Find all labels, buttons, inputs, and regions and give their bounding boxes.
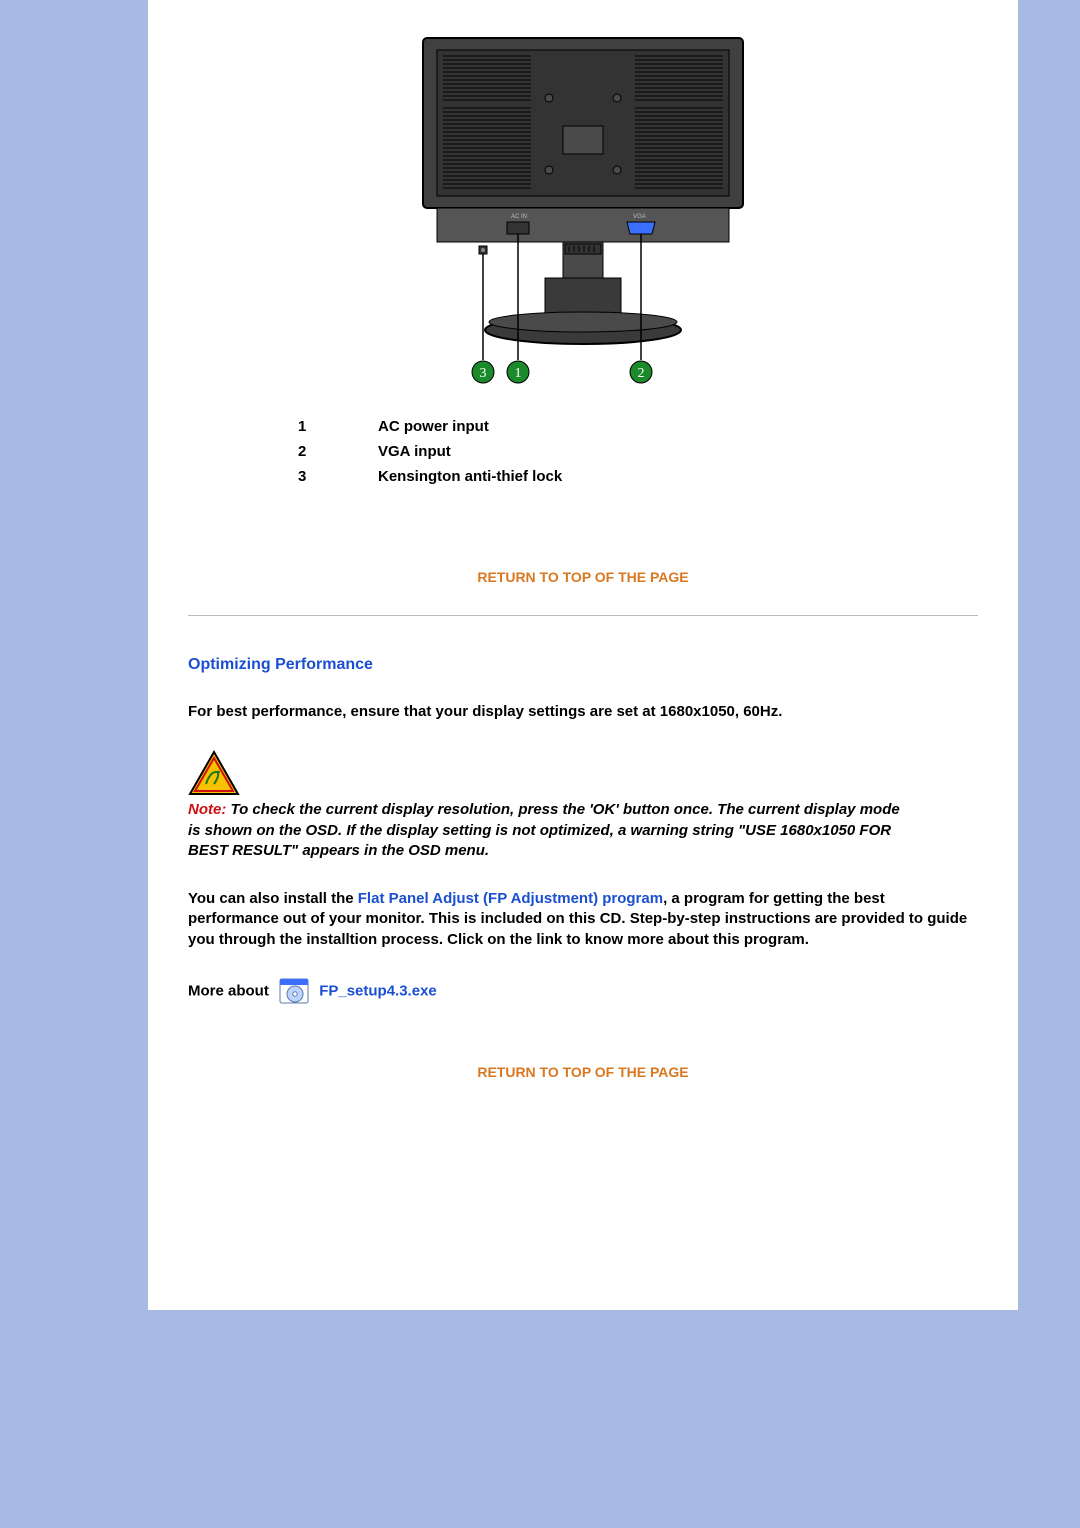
legend-row: 3 Kensington anti-thief lock [298,464,572,489]
content-panel: AC IN VGA [148,0,1018,1310]
fp-adjust-link[interactable]: Flat Panel Adjust (FP Adjustment) progra… [358,890,663,907]
fp-setup-exe-link[interactable]: FP_setup4.3.exe [319,982,437,999]
legend-num: 2 [298,439,378,464]
note-label: Note: [188,801,226,818]
svg-text:VGA: VGA [633,214,646,220]
legend-label: VGA input [378,439,572,464]
svg-text:1: 1 [515,366,522,381]
section-title: Optimizing Performance [188,656,988,674]
svg-text:2: 2 [638,366,645,381]
connector-legend: 1 AC power input 2 VGA input 3 Kensingto… [298,414,572,489]
legend-num: 1 [298,414,378,439]
page-wrap: AC IN VGA [0,0,1080,1350]
svg-text:3: 3 [480,366,487,381]
note-block: Note: To check the current display resol… [188,750,978,861]
legend-num: 3 [298,464,378,489]
more-about-row: More about FP_setup4.3.exe [188,978,978,1004]
monitor-rear-figure: AC IN VGA [178,0,988,394]
note-body: To check the current display resolution,… [188,801,900,859]
return-to-top-link[interactable]: RETURN TO TOP OF THE PAGE [178,1064,988,1080]
sidebar-spacer [18,0,148,10]
install-text-pre: You can also install the [188,890,358,907]
svg-text:AC IN: AC IN [511,214,527,220]
legend-row: 2 VGA input [298,439,572,464]
legend-label: Kensington anti-thief lock [378,464,572,489]
return-to-top-link[interactable]: RETURN TO TOP OF THE PAGE [178,569,988,585]
cd-icon [279,978,309,1004]
legend-row: 1 AC power input [298,414,572,439]
monitor-rear-icon: AC IN VGA [413,30,753,390]
install-paragraph: You can also install the Flat Panel Adju… [188,889,978,950]
legend-label: AC power input [378,414,572,439]
more-about-label: More about [188,982,269,999]
performance-paragraph: For best performance, ensure that your d… [188,702,978,722]
warning-icon [188,750,258,800]
divider [188,615,978,616]
note-text: Note: To check the current display resol… [188,800,908,861]
